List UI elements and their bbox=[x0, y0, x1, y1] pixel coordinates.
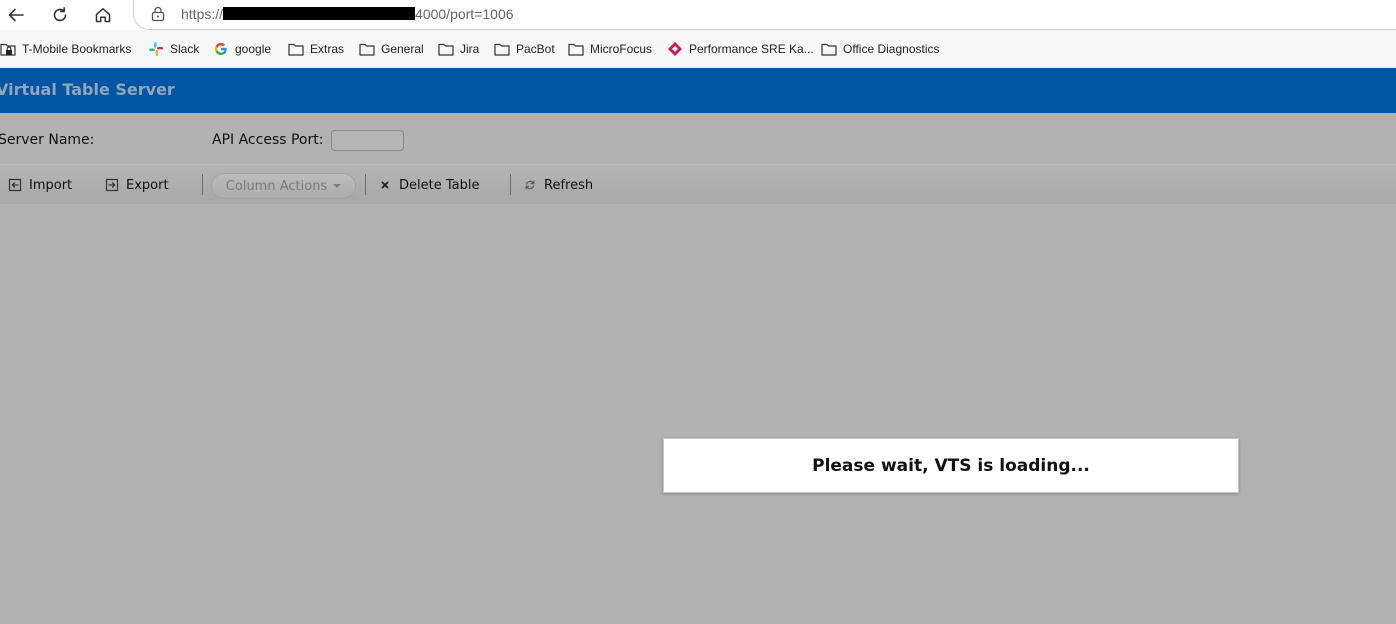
server-info-row: Server Name: API Access Port: bbox=[0, 113, 1396, 164]
folder-icon bbox=[359, 43, 375, 56]
diamond-icon bbox=[668, 42, 682, 56]
refresh-label: Refresh bbox=[544, 177, 594, 193]
column-actions-dropdown[interactable]: Column Actions bbox=[211, 173, 356, 199]
server-name-label: Server Name: bbox=[0, 132, 95, 148]
api-port-input[interactable] bbox=[331, 130, 404, 151]
import-label: Import bbox=[29, 177, 73, 193]
bookmark-microfocus[interactable]: MicroFocus bbox=[568, 30, 652, 68]
toolbar-separator bbox=[510, 174, 511, 195]
bookmark-label: Performance SRE Ka... bbox=[689, 42, 814, 56]
import-icon bbox=[8, 178, 22, 192]
folder-icon bbox=[821, 43, 837, 56]
bookmark-performance-sre[interactable]: Performance SRE Ka... bbox=[667, 30, 814, 68]
refresh-icon bbox=[525, 180, 535, 190]
url-prefix: https:// bbox=[181, 6, 224, 22]
bookmark-label: MicroFocus bbox=[590, 42, 653, 56]
url-text: https:// 4000/port=1006 bbox=[181, 6, 514, 22]
bookmark-general[interactable]: General bbox=[359, 30, 424, 68]
bookmark-label: T-Mobile Bookmarks bbox=[22, 42, 132, 56]
url-redacted bbox=[223, 7, 416, 20]
app-title: Virtual Table Server bbox=[0, 80, 175, 99]
export-icon bbox=[105, 178, 119, 192]
bookmark-label: Slack bbox=[170, 42, 200, 56]
bookmark-jira[interactable]: Jira bbox=[438, 30, 479, 68]
toolbar-separator bbox=[365, 174, 366, 195]
bookmark-pacbot[interactable]: PacBot bbox=[494, 30, 555, 68]
browser-toolbar: https:// 4000/port=1006 bbox=[0, 0, 1396, 30]
bookmark-tmobile[interactable]: T-Mobile Bookmarks bbox=[0, 30, 131, 68]
folder-icon bbox=[288, 43, 304, 56]
loading-dialog: Please wait, VTS is loading... bbox=[663, 438, 1239, 493]
bookmark-label: Extras bbox=[310, 42, 345, 56]
table-toolbar: Import Export Column Actions Delete Tabl… bbox=[0, 164, 1396, 204]
refresh-button[interactable]: Refresh bbox=[523, 175, 593, 195]
arrow-left-icon bbox=[8, 8, 24, 22]
toolbar-separator bbox=[202, 174, 203, 195]
bookmark-label: Office Diagnostics bbox=[843, 42, 940, 56]
bookmark-label: PacBot bbox=[516, 42, 555, 56]
delete-table-button[interactable]: Delete Table bbox=[378, 175, 479, 195]
bookmark-slack[interactable]: Slack bbox=[148, 30, 199, 68]
folder-lock-icon bbox=[0, 43, 16, 56]
chevron-down-icon bbox=[333, 184, 342, 188]
folder-icon bbox=[494, 43, 510, 56]
bookmarks-bar: T-Mobile Bookmarks Slack google Extras G… bbox=[0, 30, 1396, 68]
reload-icon bbox=[53, 7, 67, 22]
api-port-label: API Access Port: bbox=[212, 132, 324, 148]
loading-message: Please wait, VTS is loading... bbox=[812, 455, 1090, 476]
import-button[interactable]: Import bbox=[8, 175, 72, 195]
bookmark-extras[interactable]: Extras bbox=[288, 30, 344, 68]
slack-icon bbox=[149, 42, 163, 56]
back-button[interactable] bbox=[4, 3, 28, 27]
export-button[interactable]: Export bbox=[105, 175, 169, 195]
reload-button[interactable] bbox=[48, 3, 72, 27]
address-bar[interactable]: https:// 4000/port=1006 bbox=[133, 0, 1396, 30]
bookmark-label: Jira bbox=[460, 42, 480, 56]
lock-icon[interactable] bbox=[151, 6, 165, 22]
export-label: Export bbox=[126, 177, 169, 193]
bookmark-label: General bbox=[381, 42, 424, 56]
google-icon bbox=[214, 42, 227, 56]
app-header: Virtual Table Server bbox=[0, 68, 1396, 113]
close-icon bbox=[381, 181, 389, 189]
bookmark-office-diagnostics[interactable]: Office Diagnostics bbox=[821, 30, 940, 68]
url-suffix: 4000/port=1006 bbox=[415, 6, 514, 22]
folder-icon bbox=[568, 43, 584, 56]
bookmark-google[interactable]: google bbox=[213, 30, 271, 68]
home-button[interactable] bbox=[91, 3, 115, 27]
delete-table-label: Delete Table bbox=[399, 177, 480, 193]
bookmark-label: google bbox=[235, 42, 272, 56]
column-actions-label: Column Actions bbox=[225, 178, 328, 194]
folder-icon bbox=[438, 43, 454, 56]
home-icon bbox=[95, 8, 111, 23]
